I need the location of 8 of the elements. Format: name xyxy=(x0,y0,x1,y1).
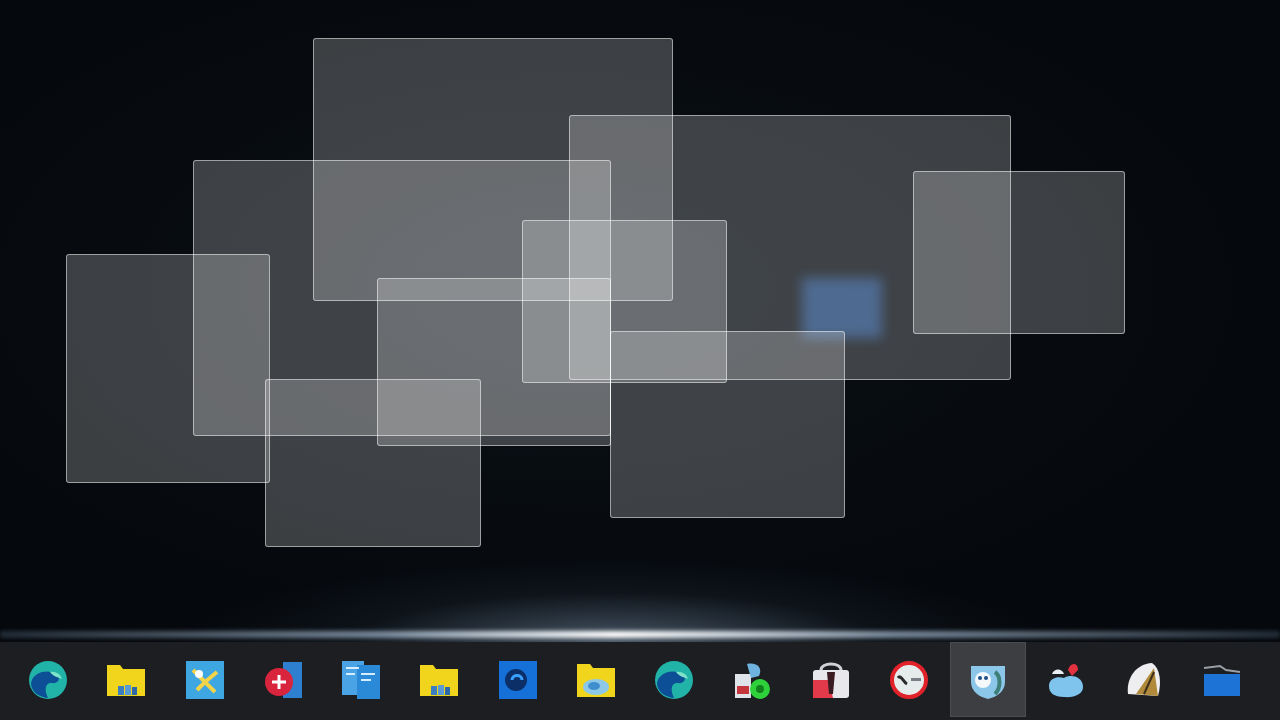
square-swirl-icon xyxy=(497,659,538,700)
ring-icon xyxy=(889,659,930,700)
app-tile-icon xyxy=(184,659,225,700)
documents-icon xyxy=(341,659,382,700)
swirl-icon xyxy=(654,659,695,700)
circle-app-icon xyxy=(262,659,303,700)
swirl-icon xyxy=(28,659,68,700)
taskbar-button[interactable] xyxy=(949,642,1026,717)
